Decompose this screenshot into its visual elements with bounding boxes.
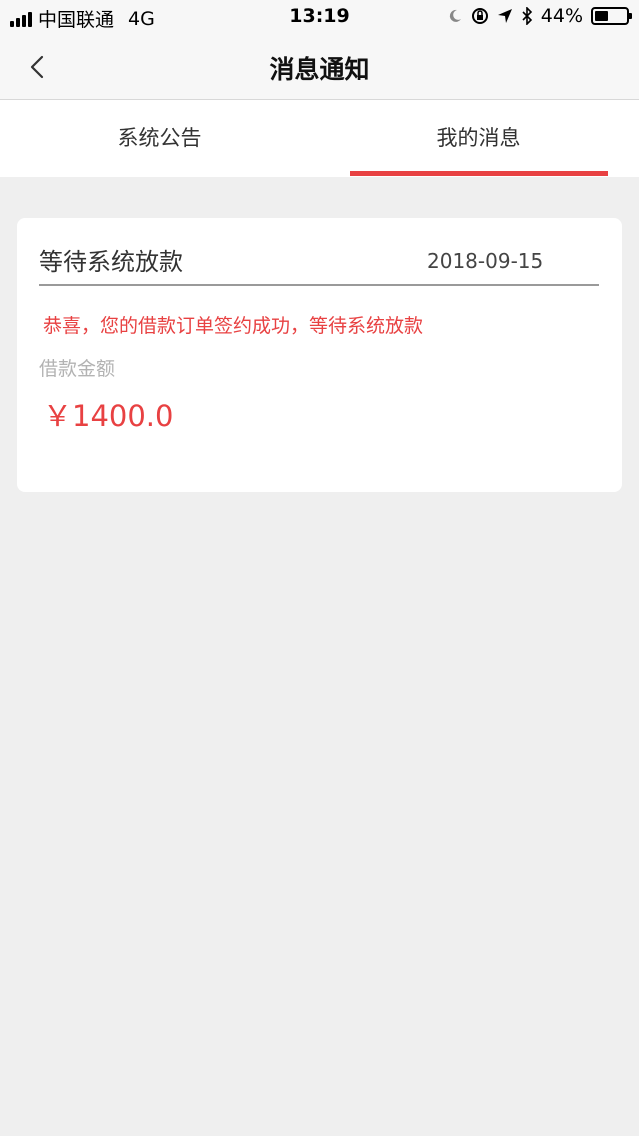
navigation-bar: 消息通知 (0, 34, 639, 100)
tab-my-messages[interactable]: 我的消息 (319, 100, 638, 177)
location-arrow-icon (497, 9, 512, 23)
status-bar: 中国联通 4G 13:19 44% (0, 0, 639, 34)
page-title: 消息通知 (269, 55, 370, 84)
message-card[interactable]: 等待系统放款 2018-09-15 恭喜，您的借款订单签约成功，等待系统放款 借… (17, 218, 622, 492)
battery-fill (595, 11, 609, 21)
loan-amount-value: ￥1400.0 (43, 399, 174, 433)
tab-system-announcements[interactable]: 系统公告 (0, 100, 319, 177)
tab-bar: 系统公告 我的消息 (0, 100, 639, 177)
battery-percentage: 44% (540, 5, 583, 27)
bluetooth-icon (522, 7, 532, 25)
message-content: 恭喜，您的借款订单签约成功，等待系统放款 (43, 315, 424, 337)
card-divider (39, 284, 599, 286)
active-tab-indicator (350, 171, 608, 176)
battery-icon (591, 7, 632, 25)
loan-amount-label: 借款金额 (39, 358, 116, 380)
message-title: 等待系统放款 (39, 248, 183, 276)
orientation-lock-icon (471, 8, 488, 24)
status-bar-right: 44% (447, 5, 632, 27)
moon-icon (449, 9, 461, 22)
message-date: 2018-09-15 (427, 249, 544, 273)
